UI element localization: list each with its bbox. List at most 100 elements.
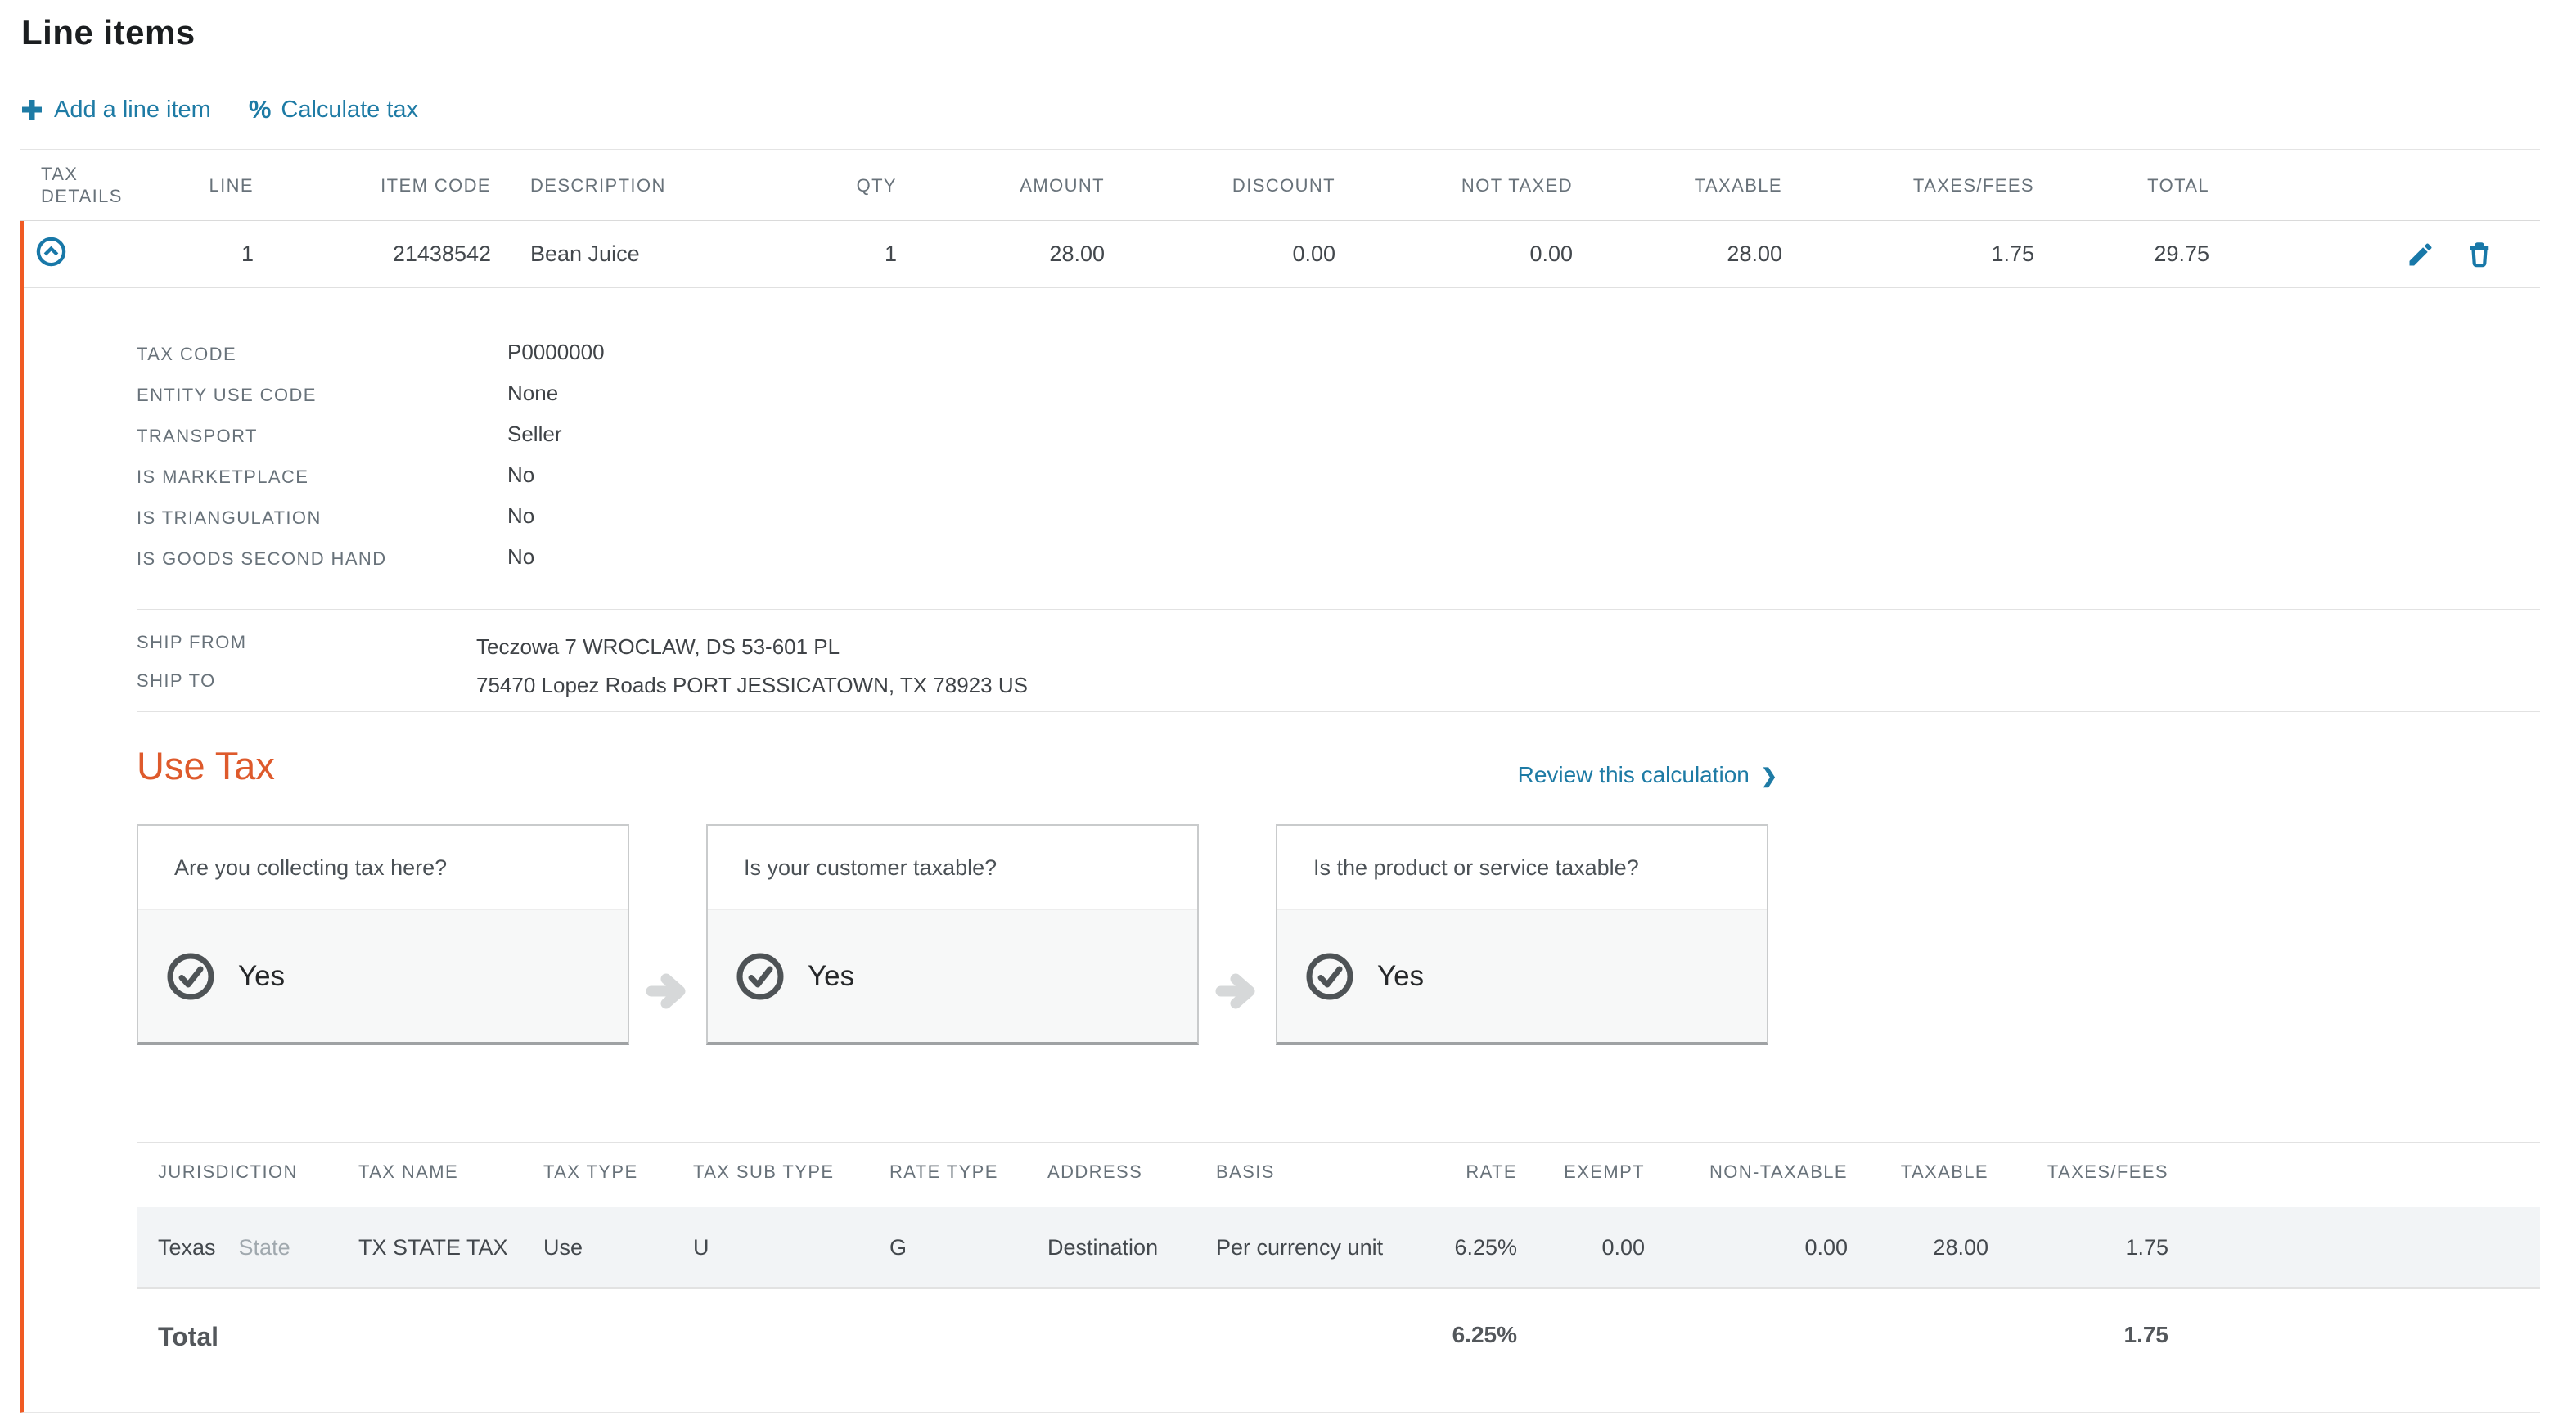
collapse-chevron-button[interactable] [35,236,67,268]
col-header-qty: QTY [786,174,897,196]
add-line-item-label: Add a line item [54,97,211,124]
qty-cell: 1 [786,241,897,267]
taxes-fees-cell: 1.75 [1782,241,2034,267]
col-header-tax-sub-type: TAX SUB TYPE [693,1161,889,1183]
review-calculation-label: Review this calculation [1518,762,1750,788]
flow-arrow-icon [1199,824,1276,1045]
jurisdiction-table: JURISDICTION TAX NAME TAX TYPE TAX SUB T… [137,1142,2540,1412]
col-header-taxable: TAXABLE [1848,1161,1988,1183]
col-header-basis: BASIS [1216,1161,1404,1183]
check-circle-icon [734,950,786,1003]
card-answer: Yes [708,909,1197,1042]
amount-cell: 28.00 [897,241,1105,267]
item-code-cell: 21438542 [254,241,491,267]
row-actions [2209,240,2540,269]
exempt-cell: 0.00 [1517,1235,1645,1260]
tax-details-cell [24,236,118,273]
use-tax-flow: Are you collecting tax here? Yes [137,824,2540,1045]
calculate-tax-button[interactable]: % Calculate tax [249,95,418,124]
detail-row-transport: TRANSPORT Seller [137,416,2540,457]
detail-label: IS TRIANGULATION [137,507,507,529]
jurisdiction-row: TexasState TX STATE TAX Use U G Destinat… [137,1207,2540,1289]
col-header-taxes-fees: TAXES/FEES [1782,174,2034,196]
detail-label: IS GOODS SECOND HAND [137,548,507,570]
delete-trash-icon[interactable] [2465,240,2494,269]
jurisdiction-cell: Texas State [137,1235,358,1260]
detail-label: ENTITY USE CODE [137,385,507,406]
jurisdiction-level: State [239,1235,290,1260]
line-items-page: Line items Add a line item % Calculate t… [0,13,2576,1416]
detail-value: None [507,381,558,406]
shipping-section: SHIP FROM Teczowa 7 WROCLAW, DS 53-601 P… [137,609,2540,712]
taxable-cell: 28.00 [1573,241,1782,267]
card-customer-taxable: Is your customer taxable? Yes [706,824,1199,1045]
col-header-total: TOTAL [2034,174,2209,196]
card-answer-text: Yes [238,960,285,993]
col-header-discount: DISCOUNT [1105,174,1335,196]
tax-sub-type-cell: U [693,1235,889,1260]
col-header-tax-name: TAX NAME [358,1161,543,1183]
toolbar: Add a line item % Calculate tax [20,95,2576,124]
address-cell: Destination [1047,1235,1216,1260]
edit-pencil-icon[interactable] [2406,240,2435,269]
add-line-item-button[interactable]: Add a line item [20,97,211,124]
tax-type-cell: Use [543,1235,693,1260]
card-answer: Yes [138,909,628,1042]
jurisdiction-name: Texas [158,1235,216,1260]
col-header-rate: RATE [1404,1161,1517,1183]
ship-to-value: 75470 Lopez Roads PORT JESSICATOWN, TX 7… [476,673,1028,698]
ship-from-row: SHIP FROM Teczowa 7 WROCLAW, DS 53-601 P… [137,623,2540,661]
detail-row-is-marketplace: IS MARKETPLACE No [137,457,2540,498]
check-circle-icon [164,950,217,1003]
chevron-right-icon: ❯ [1761,764,1777,788]
detail-value: No [507,462,534,488]
col-header-item-code: ITEM CODE [254,174,491,196]
col-header-taxable: TAXABLE [1573,174,1782,196]
col-header-non-taxable: NON-TAXABLE [1645,1161,1848,1183]
line-item-details-panel: TAX CODE P0000000 ENTITY USE CODE None T… [24,288,2540,1412]
col-header-tax-type: TAX TYPE [543,1161,693,1183]
detail-value: P0000000 [507,340,605,365]
col-header-jurisdiction: JURISDICTION [137,1161,358,1183]
card-product-taxable: Is the product or service taxable? Yes [1276,824,1768,1045]
detail-label: TAX CODE [137,344,507,365]
ship-to-row: SHIP TO 75470 Lopez Roads PORT JESSICATO… [137,661,2540,700]
line-item-row: 1 21438542 Bean Juice 1 28.00 0.00 0.00 … [24,221,2540,288]
rate-type-cell: G [889,1235,1047,1260]
ship-from-value: Teczowa 7 WROCLAW, DS 53-601 PL [476,634,840,660]
check-circle-icon [1304,950,1356,1003]
card-answer: Yes [1277,909,1767,1042]
review-calculation-link[interactable]: Review this calculation ❯ [1518,762,1777,788]
card-question: Are you collecting tax here? [138,826,628,909]
taxes-fees-cell: 1.75 [1988,1235,2168,1260]
card-question: Is the product or service taxable? [1277,826,1767,909]
flow-arrow-icon [629,824,706,1045]
line-items-table: TAX DETAILS LINE ITEM CODE DESCRIPTION Q… [20,149,2540,221]
page-title: Line items [21,13,2576,52]
col-header-exempt: EXEMPT [1517,1161,1645,1183]
jurisdiction-total-row: Total 6.25% 1.75 [137,1289,2540,1412]
card-question: Is your customer taxable? [708,826,1197,909]
col-header-rate-type: RATE TYPE [889,1161,1047,1183]
detail-value: No [507,544,534,570]
detail-row-is-triangulation: IS TRIANGULATION No [137,498,2540,539]
detail-row-entity-use-code: ENTITY USE CODE None [137,375,2540,416]
detail-row-is-goods-second-hand: IS GOODS SECOND HAND No [137,539,2540,579]
jurisdiction-header-row: JURISDICTION TAX NAME TAX TYPE TAX SUB T… [137,1142,2540,1202]
col-header-taxes-fees: TAXES/FEES [1988,1161,2168,1183]
percent-icon: % [249,95,272,124]
description-cell: Bean Juice [491,241,786,267]
line-items-header-row: TAX DETAILS LINE ITEM CODE DESCRIPTION Q… [20,149,2540,221]
col-header-tax-details: TAX DETAILS [20,163,118,207]
expanded-line-item-block: 1 21438542 Bean Juice 1 28.00 0.00 0.00 … [20,221,2540,1413]
card-answer-text: Yes [808,960,854,993]
card-answer-text: Yes [1377,960,1424,993]
plus-icon [20,97,44,122]
discount-cell: 0.00 [1105,241,1335,267]
col-header-amount: AMOUNT [897,174,1105,196]
col-header-line: LINE [118,174,254,196]
calculate-tax-label: Calculate tax [281,97,418,124]
detail-label: IS MARKETPLACE [137,467,507,488]
detail-label: TRANSPORT [137,426,507,447]
col-header-address: ADDRESS [1047,1161,1216,1183]
